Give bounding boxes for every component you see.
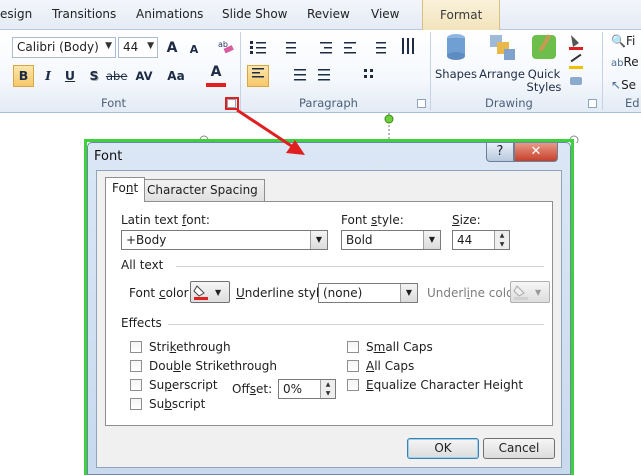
tab-label: Fo [112, 181, 126, 195]
tab-font[interactable]: Font [105, 177, 146, 202]
callout-arrow [236, 108, 305, 155]
tab-label: t [133, 181, 139, 195]
